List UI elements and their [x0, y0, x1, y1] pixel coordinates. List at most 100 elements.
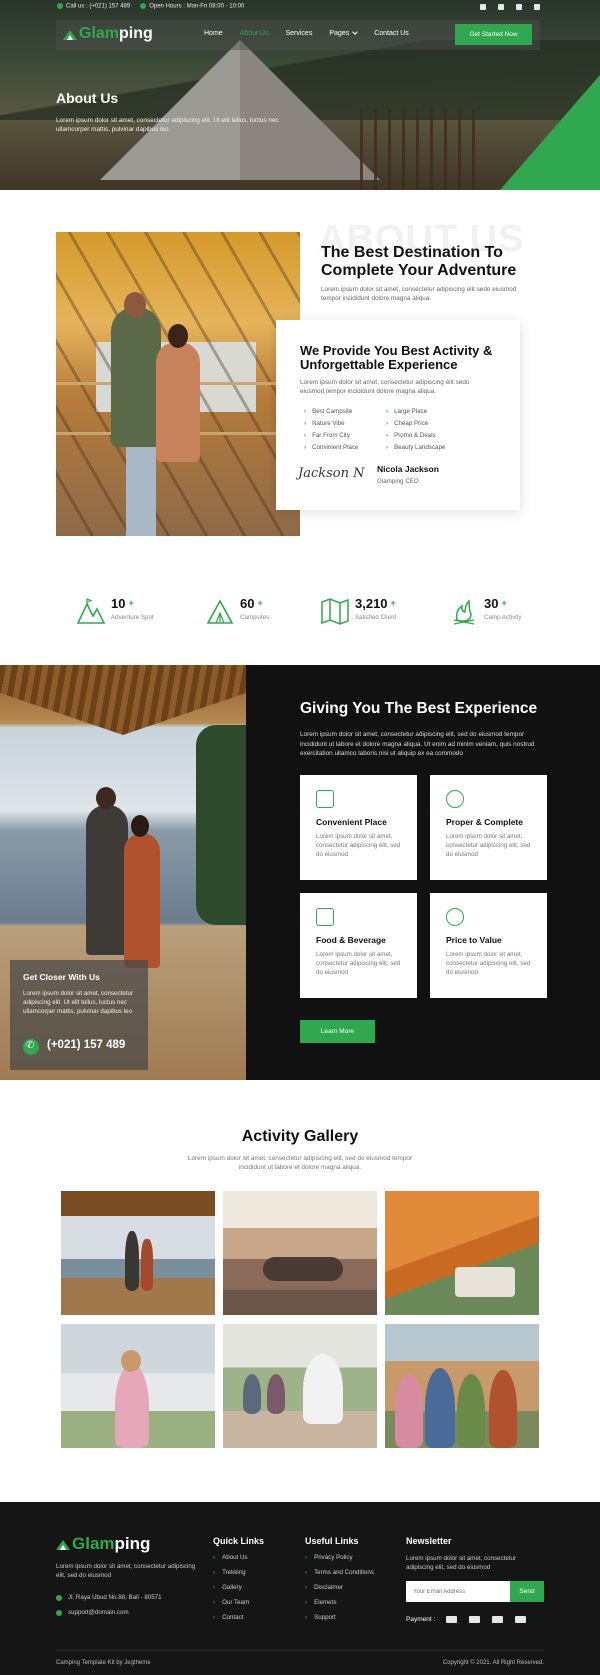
- ceo-name: Nicola Jackson: [377, 464, 439, 474]
- gallery-text: Lorem ipsum dolor sit amet, consectetur …: [187, 1155, 413, 1172]
- footer-email: support@domain.com: [56, 1609, 129, 1616]
- feature-card-title: Price to Value: [446, 935, 502, 945]
- experience-section: Get Closer With Us Lorem ipsum dolor sit…: [0, 665, 600, 1080]
- experience-title: Giving You The Best Experience: [300, 700, 538, 717]
- stat-label: Camp Activity: [484, 614, 522, 621]
- nav-contact-us[interactable]: Contact Us: [374, 30, 409, 37]
- stat-value: 30: [484, 596, 499, 611]
- stat-label: Adventure Spot: [111, 614, 154, 621]
- feature-card-text: Lorem ipsum dolor sit amet, consectetur …: [316, 833, 401, 858]
- about-text: Lorem ipsum dolor sit amet, consectetur …: [321, 286, 517, 303]
- feature-item: Convinient Place: [300, 444, 382, 451]
- food-icon: [316, 908, 334, 926]
- gallery-image[interactable]: [61, 1191, 215, 1315]
- gallery-image[interactable]: [223, 1191, 377, 1315]
- chevron-down-icon: [352, 29, 359, 35]
- gallery-image[interactable]: [223, 1324, 377, 1448]
- gallery-title: Activity Gallery: [241, 1128, 359, 1145]
- instagram-icon[interactable]: [534, 4, 540, 10]
- activity-card-text: Lorem ipsum dolor sit amet, consectetur …: [300, 379, 470, 396]
- useful-links: Privacy Policy Terms and Conditions Disc…: [305, 1554, 374, 1621]
- hero-text: Lorem ipsum dolor sit amet, consectetur …: [56, 117, 279, 134]
- feature-card: Convenient Place Lorem ipsum dolor sit a…: [300, 775, 417, 880]
- phone-icon: [57, 3, 63, 9]
- footer-link[interactable]: Terms and Conditions: [305, 1569, 374, 1576]
- footer-email-text[interactable]: support@domain.com: [68, 1609, 129, 1616]
- location-pin-icon: [56, 1594, 62, 1601]
- campfire-icon: [453, 599, 475, 625]
- gallery-image[interactable]: [385, 1324, 539, 1448]
- nav-about-us[interactable]: About Us: [240, 30, 269, 37]
- logo[interactable]: Glam ping: [63, 25, 153, 43]
- social-links: [480, 4, 540, 10]
- mountain-icon: [76, 598, 106, 624]
- feature-card-title: Proper & Complete: [446, 817, 523, 827]
- footer-address: Jl. Raya Ubud No.88, Bali - 80571: [56, 1594, 162, 1601]
- contact-title: Get Closer With Us: [23, 972, 100, 982]
- nav-home[interactable]: Home: [204, 30, 223, 37]
- footer-copyright: Copyright © 2021. All Right Reserved.: [442, 1660, 544, 1666]
- feature-card: Proper & Complete Lorem ipsum dolor sit …: [430, 775, 547, 880]
- activity-card-title: We Provide You Best Activity & Unforgett…: [300, 343, 493, 372]
- topbar-hours: Open Hours : Mon-Fri 08:00 - 10:00: [149, 3, 245, 10]
- footer-text: Lorem ipsum dolor sit amet, consectetur …: [56, 1563, 196, 1580]
- gallery-image[interactable]: [385, 1191, 539, 1315]
- mastercard-icon: [469, 1616, 480, 1623]
- amex-icon: [515, 1616, 526, 1623]
- feature-card-title: Convenient Place: [316, 817, 387, 827]
- feature-card-title: Food & Beverage: [316, 935, 386, 945]
- footer-link[interactable]: Contact: [213, 1614, 249, 1621]
- feature-card-text: Lorem ipsum dolor sit amet, consectetur …: [446, 951, 531, 976]
- stat-label: Satisfied Client: [355, 614, 397, 621]
- footer-logo[interactable]: Glam ping: [56, 1534, 150, 1554]
- footer-link[interactable]: Gallery: [213, 1584, 249, 1591]
- badge-icon: [446, 790, 464, 808]
- footer-link[interactable]: Our Team: [213, 1599, 249, 1606]
- stat-value: 10: [111, 596, 126, 611]
- quick-links-title: Quick Links: [213, 1536, 265, 1546]
- footer-divider: [56, 1650, 544, 1651]
- contact-phone[interactable]: (+021) 157 489: [47, 1039, 125, 1051]
- facebook-icon[interactable]: [480, 4, 486, 10]
- gallery-image[interactable]: [61, 1324, 215, 1448]
- footer-logo-suffix: ping: [114, 1534, 151, 1553]
- newsletter-title: Newsletter: [406, 1536, 452, 1546]
- footer-link[interactable]: Privacy Policy: [305, 1554, 374, 1561]
- feature-card-text: Lorem ipsum dolor sit amet, consectetur …: [316, 951, 401, 976]
- newsletter-email-input[interactable]: [406, 1581, 510, 1602]
- footer-link[interactable]: Elemets: [305, 1599, 374, 1606]
- footer-link[interactable]: Disclaimer: [305, 1584, 374, 1591]
- newsletter-send-button[interactable]: Send: [510, 1581, 544, 1602]
- quick-links: About Us Trekking Gallery Our Team Conta…: [213, 1554, 249, 1621]
- contact-text: Lorem ipsum dolor sit amet, consectetur …: [23, 990, 134, 1015]
- hero-accent-triangle: [500, 75, 600, 190]
- nav-pages[interactable]: Pages: [329, 29, 359, 37]
- about-title: The Best Destination To Complete Your Ad…: [321, 244, 517, 279]
- topbar-call: Call us : (+021) 157 489: [66, 3, 131, 10]
- learn-more-button[interactable]: Learn More: [300, 1020, 375, 1043]
- footer-logo-prefix: Glam: [72, 1534, 115, 1553]
- stat-value: 3,210: [355, 596, 388, 611]
- footer: Glam ping Lorem ipsum dolor sit amet, con…: [0, 1502, 600, 1675]
- phone-icon: [23, 1039, 39, 1055]
- feature-item: Beauty Landscape: [382, 444, 482, 451]
- youtube-icon[interactable]: [516, 4, 522, 10]
- twitter-icon[interactable]: [498, 4, 504, 10]
- footer-link[interactable]: About Us: [213, 1554, 249, 1561]
- couple-photo: [56, 232, 300, 536]
- clock-icon: [140, 3, 147, 9]
- feature-item: Far From City: [300, 432, 382, 439]
- nav-services[interactable]: Services: [285, 30, 312, 37]
- contact-box: Get Closer With Us Lorem ipsum dolor sit…: [10, 960, 148, 1070]
- feature-item: Cheap Price: [382, 420, 482, 427]
- page-title: About Us: [56, 90, 119, 106]
- footer-credit: Camping Template Kit by Jegtheme: [56, 1660, 151, 1666]
- footer-link[interactable]: Support: [305, 1614, 374, 1621]
- mail-icon: [56, 1609, 62, 1616]
- logo-prefix: Glam: [79, 25, 120, 42]
- footer-link[interactable]: Trekking: [213, 1569, 249, 1576]
- get-started-button[interactable]: Get Started Now: [455, 24, 532, 45]
- signature: Jackson N: [298, 466, 365, 481]
- page: Call us : (+021) 157 489 Open Hours : Mo…: [0, 0, 600, 1675]
- stat-value: 60: [240, 596, 255, 611]
